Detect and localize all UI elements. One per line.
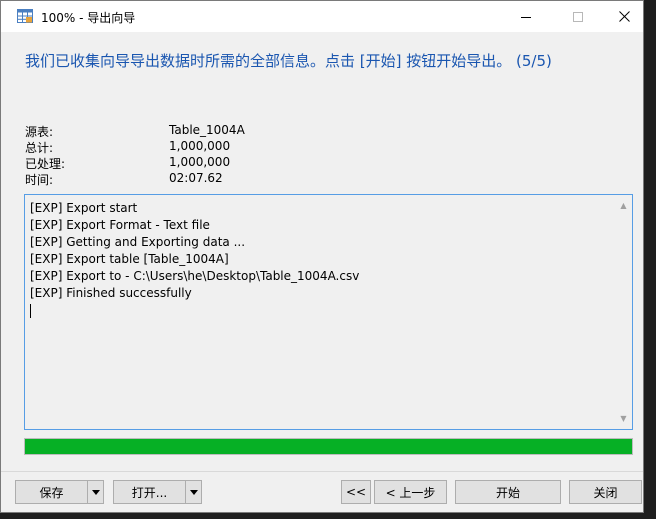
- info-value: Table_1004A: [169, 123, 245, 137]
- scroll-down-icon[interactable]: ▼: [619, 414, 628, 423]
- info-label: 时间:: [25, 173, 54, 187]
- progress-fill: [25, 439, 632, 454]
- log-line: [EXP] Export to - C:\Users\he\Desktop\Ta…: [30, 269, 360, 283]
- first-step-button[interactable]: <<: [341, 480, 371, 504]
- export-log[interactable]: [EXP] Export start [EXP] Export Format -…: [24, 194, 633, 430]
- close-window-button[interactable]: [601, 1, 647, 32]
- close-button[interactable]: 关闭: [569, 480, 642, 504]
- log-line: [EXP] Export start: [30, 201, 138, 215]
- open-dropdown-button[interactable]: [186, 480, 202, 504]
- maximize-icon: [573, 11, 583, 22]
- title-bar: 100% - 导出向导: [1, 1, 643, 32]
- log-line: [EXP] Finished successfully: [30, 286, 192, 300]
- info-label: 已处理:: [25, 157, 66, 171]
- maximize-button[interactable]: [555, 1, 601, 32]
- minimize-button[interactable]: [503, 1, 549, 32]
- open-button[interactable]: 打开...: [113, 480, 186, 504]
- table-icon: [17, 9, 33, 23]
- save-button[interactable]: 保存: [15, 480, 88, 504]
- info-label: 源表:: [25, 125, 54, 139]
- save-split-button: 保存: [15, 480, 104, 504]
- chevron-down-icon: [91, 489, 100, 495]
- save-dropdown-button[interactable]: [88, 480, 104, 504]
- back-button[interactable]: < 上一步: [374, 480, 447, 504]
- info-value: 1,000,000: [169, 139, 231, 153]
- info-value: 02:07.62: [169, 171, 223, 185]
- log-lines: [EXP] Export start [EXP] Export Format -…: [30, 200, 359, 319]
- minimize-icon: [521, 16, 531, 18]
- log-line: [EXP] Getting and Exporting data ...: [30, 235, 246, 249]
- start-button[interactable]: 开始: [455, 480, 561, 504]
- log-line: [EXP] Export table [Table_1004A]: [30, 252, 229, 266]
- window-title: 100% - 导出向导: [41, 11, 136, 25]
- info-label: 总计:: [25, 141, 54, 155]
- footer-divider: [1, 471, 643, 472]
- chevron-down-icon: [189, 489, 198, 495]
- export-progress-bar: [24, 438, 633, 455]
- log-scrollbar[interactable]: ▲ ▼: [615, 195, 632, 429]
- close-icon: [618, 11, 630, 22]
- wizard-header-message: 我们已收集向导导出数据时所需的全部信息。点击 [开始] 按钮开始导出。 (5/5…: [25, 52, 552, 70]
- export-wizard-window: 100% - 导出向导 我们已收集向导导出数据时所需的全部信息。点击 [开始] …: [0, 0, 644, 513]
- open-split-button: 打开...: [113, 480, 202, 504]
- log-caret-line: [30, 302, 359, 319]
- log-line: [EXP] Export Format - Text file: [30, 218, 210, 232]
- scroll-up-icon[interactable]: ▲: [619, 201, 628, 210]
- info-value: 1,000,000: [169, 155, 231, 169]
- text-caret: [30, 303, 31, 318]
